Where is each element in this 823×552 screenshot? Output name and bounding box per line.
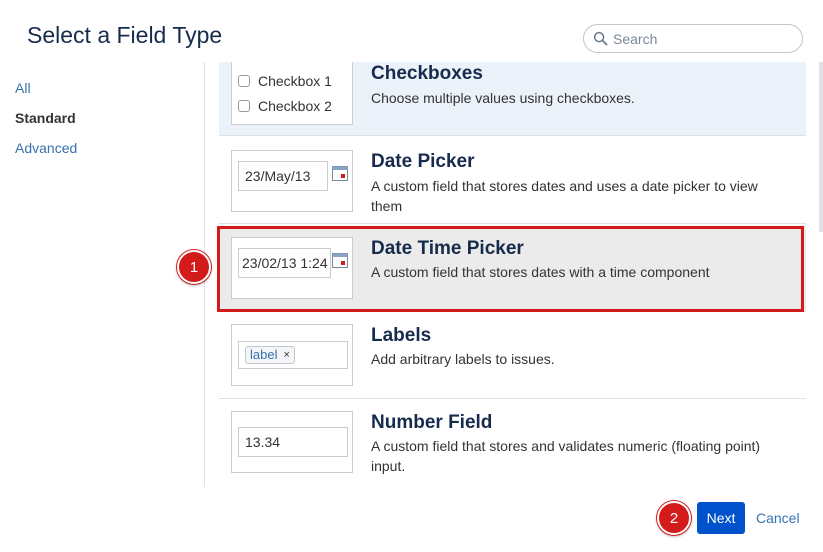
number-input: 13.34 xyxy=(238,427,348,457)
date-input: 23/May/13 xyxy=(238,161,328,191)
field-type-description: Add arbitrary labels to issues. xyxy=(371,351,555,367)
remove-label-icon: × xyxy=(283,349,290,361)
nav-item-advanced[interactable]: Advanced xyxy=(15,140,77,170)
field-type-title: Date Picker xyxy=(371,151,475,172)
field-type-list: Checkbox 1 Checkbox 2 Checkboxes Choose … xyxy=(219,62,806,487)
field-type-title: Date Time Picker xyxy=(371,238,524,259)
search-icon xyxy=(593,31,608,46)
nav-item-standard[interactable]: Standard xyxy=(15,110,77,140)
search-input[interactable] xyxy=(613,30,793,47)
checkbox-option-1: Checkbox 1 xyxy=(238,73,332,89)
field-type-title: Number Field xyxy=(371,412,493,433)
label-tag: label × xyxy=(245,346,295,364)
checkbox-option-2: Checkbox 2 xyxy=(238,98,332,114)
checkboxes-preview: Checkbox 1 Checkbox 2 xyxy=(231,62,353,125)
checkbox-icon xyxy=(238,100,250,112)
date-time-input: 23/02/13 1:24 xyxy=(238,248,331,278)
field-type-description: A custom field that stores and validates… xyxy=(371,438,761,474)
field-type-date-time-picker[interactable]: 23/02/13 1:24 Date Time Picker A custom … xyxy=(219,226,806,312)
field-type-number-field[interactable]: 13.34 Number Field A custom field that s… xyxy=(219,400,806,487)
labels-preview: label × xyxy=(231,324,353,386)
step-badge-1: 1 xyxy=(177,250,211,284)
field-type-description: Choose multiple values using checkboxes. xyxy=(371,90,635,106)
field-type-title: Labels xyxy=(371,325,432,346)
checkbox-icon xyxy=(238,75,250,87)
field-type-description: A custom field that stores dates with a … xyxy=(371,264,710,280)
number-field-preview: 13.34 xyxy=(231,411,353,473)
field-type-description: A custom field that stores dates and use… xyxy=(371,178,758,214)
cancel-link[interactable]: Cancel xyxy=(756,510,800,526)
nav-item-all[interactable]: All xyxy=(15,80,77,110)
category-nav: All Standard Advanced xyxy=(15,80,77,170)
labels-input: label × xyxy=(238,341,348,369)
field-type-date-picker[interactable]: 23/May/13 Date Picker A custom field tha… xyxy=(219,138,806,224)
calendar-icon xyxy=(332,166,348,181)
list-scrollbar[interactable] xyxy=(819,62,823,232)
next-button[interactable]: Next xyxy=(697,502,745,534)
search-box[interactable] xyxy=(583,24,803,53)
calendar-icon xyxy=(332,253,348,268)
field-type-checkboxes[interactable]: Checkbox 1 Checkbox 2 Checkboxes Choose … xyxy=(219,62,806,136)
date-time-picker-preview: 23/02/13 1:24 xyxy=(231,237,353,299)
dialog-title: Select a Field Type xyxy=(27,22,223,48)
field-type-labels[interactable]: label × Labels Add arbitrary labels to i… xyxy=(219,313,806,399)
step-badge-2: 2 xyxy=(657,501,691,535)
date-picker-preview: 23/May/13 xyxy=(231,150,353,212)
field-type-title: Checkboxes xyxy=(371,63,483,84)
